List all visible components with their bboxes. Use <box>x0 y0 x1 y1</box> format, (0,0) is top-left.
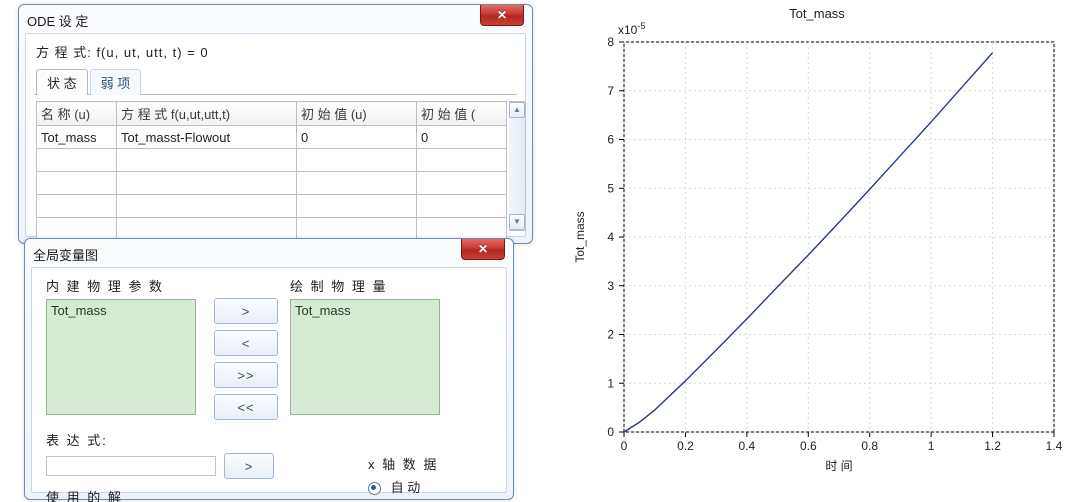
list-item[interactable]: Tot_mass <box>51 302 191 320</box>
tab-weak-term[interactable]: 弱 项 <box>90 69 142 95</box>
svg-text:0.8: 0.8 <box>861 439 878 453</box>
equation-definition-label: 方 程 式: f(u, ut, utt, t) = 0 <box>36 42 517 61</box>
expression-input[interactable] <box>46 456 216 476</box>
cell-name[interactable]: Tot_mass <box>37 126 117 149</box>
tot-mass-chart: Tot_mass 0 0.2 0.4 0.6 0.8 1 1.2 1.4 0 1 2 3 4 5 6 7 8 x1… <box>556 0 1078 500</box>
svg-text:0: 0 <box>621 439 628 453</box>
svg-text:Tot_mass: Tot_mass <box>573 211 587 262</box>
close-button-gv[interactable]: ✕ <box>461 239 505 260</box>
add-all-button[interactable]: >> <box>214 362 278 388</box>
col-init-ut: 初 始 值 ( <box>417 102 507 126</box>
svg-text:0.4: 0.4 <box>739 439 756 453</box>
svg-text:0: 0 <box>607 425 614 439</box>
col-name: 名 称 (u) <box>37 102 117 126</box>
ode-settings-window: ODE 设 定 ✕ 方 程 式: f(u, ut, utt, t) = 0 状 … <box>18 4 533 244</box>
svg-text:8: 8 <box>607 35 614 49</box>
tab-state[interactable]: 状 态 <box>36 69 88 95</box>
scroll-down-icon[interactable]: ▼ <box>509 214 525 230</box>
gv-window-title: 全局变量图 <box>33 244 463 264</box>
svg-text:6: 6 <box>607 133 614 147</box>
ode-window-title: ODE 设 定 <box>27 10 482 30</box>
close-icon: ✕ <box>497 8 507 22</box>
svg-text:1.4: 1.4 <box>1046 439 1063 453</box>
svg-text:0.2: 0.2 <box>677 439 694 453</box>
xaxis-auto-radio[interactable]: 自 动 <box>368 477 438 496</box>
svg-text:0.6: 0.6 <box>800 439 817 453</box>
radio-dot-icon <box>368 482 381 495</box>
cell-eq[interactable]: Tot_masst-Flowout <box>117 126 297 149</box>
remove-all-button[interactable]: << <box>214 394 278 420</box>
close-icon: ✕ <box>478 242 488 256</box>
col-init-u: 初 始 值 (u) <box>297 102 417 126</box>
svg-text:时 间: 时 间 <box>825 459 852 473</box>
global-variable-plot-window: 全局变量图 ✕ 内 建 物 理 参 数 Tot_mass > < >> <box>24 238 514 500</box>
cell-init-ut[interactable]: 0 <box>417 126 507 149</box>
ode-table[interactable]: 名 称 (u) 方 程 式 f(u,ut,utt,t) 初 始 值 (u) 初 … <box>36 101 507 241</box>
xaxis-data-label: x 轴 数 据 <box>368 454 438 473</box>
close-button-ode[interactable]: ✕ <box>480 5 524 26</box>
plot-quantities-label: 绘 制 物 理 量 <box>290 276 440 295</box>
col-equation: 方 程 式 f(u,ut,utt,t) <box>117 102 297 126</box>
table-scrollbar[interactable]: ▲ ▼ <box>509 101 526 231</box>
svg-text:2: 2 <box>607 328 614 342</box>
chart-canvas: 0 0.2 0.4 0.6 0.8 1 1.2 1.4 0 1 2 3 4 5 6 7 8 x10-5 时 间 Tot… <box>556 0 1078 500</box>
scroll-up-icon[interactable]: ▲ <box>509 102 525 118</box>
svg-text:1.2: 1.2 <box>984 439 1001 453</box>
plot-quantities-listbox[interactable]: Tot_mass <box>290 299 440 415</box>
svg-text:7: 7 <box>607 84 614 98</box>
apply-expression-button[interactable]: > <box>224 453 274 479</box>
svg-text:3: 3 <box>607 279 614 293</box>
table-header-row: 名 称 (u) 方 程 式 f(u,ut,utt,t) 初 始 值 (u) 初 … <box>37 102 507 126</box>
table-row[interactable]: Tot_mass Tot_masst-Flowout 0 0 <box>37 126 507 149</box>
xaxis-auto-label: 自 动 <box>391 480 421 495</box>
cell-init-u[interactable]: 0 <box>297 126 417 149</box>
add-button[interactable]: > <box>214 298 278 324</box>
svg-text:1: 1 <box>928 439 935 453</box>
svg-text:1: 1 <box>607 376 614 390</box>
builtin-params-label: 内 建 物 理 参 数 <box>46 276 196 295</box>
svg-text:x10-5: x10-5 <box>618 21 645 37</box>
table-row[interactable] <box>37 195 507 218</box>
svg-text:4: 4 <box>607 230 614 244</box>
remove-button[interactable]: < <box>214 330 278 356</box>
svg-text:5: 5 <box>607 181 614 195</box>
expression-label: 表 达 式: <box>46 430 496 449</box>
builtin-params-listbox[interactable]: Tot_mass <box>46 299 196 415</box>
list-item[interactable]: Tot_mass <box>295 302 435 320</box>
table-row[interactable] <box>37 172 507 195</box>
table-row[interactable] <box>37 149 507 172</box>
